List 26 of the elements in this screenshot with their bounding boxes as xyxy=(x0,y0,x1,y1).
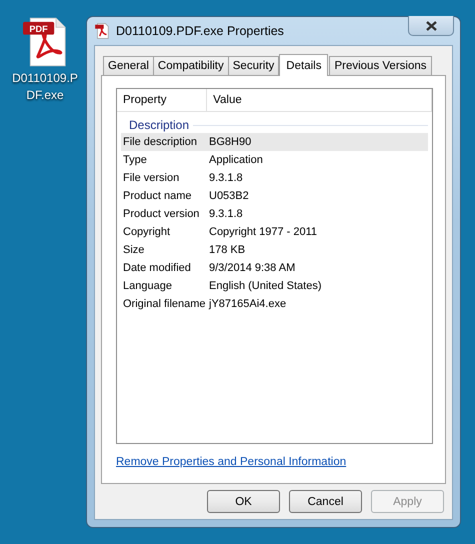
pdf-file-icon xyxy=(94,23,110,39)
close-icon xyxy=(426,20,436,30)
dialog-button[interactable]: OK xyxy=(207,490,280,513)
list-row[interactable]: Original filename jY87165Ai4.exe xyxy=(121,295,428,313)
list-row[interactable]: Copyright Copyright 1977 - 2011 xyxy=(121,223,428,241)
tab[interactable]: Compatibility xyxy=(152,56,229,75)
list-row[interactable]: Size 178 KB xyxy=(121,241,428,259)
group-header[interactable]: Description xyxy=(129,118,190,132)
list-row[interactable]: Type Application xyxy=(121,151,428,169)
remove-properties-link[interactable]: Remove Properties and Personal Information xyxy=(116,456,346,468)
desktop-icon-label[interactable]: D0110109.PDF.exe xyxy=(11,70,79,104)
dialog-button[interactable]: Cancel xyxy=(289,490,362,513)
tab[interactable]: General xyxy=(103,56,154,75)
column-header[interactable]: Property xyxy=(117,89,208,111)
list-row[interactable]: Date modified 9/3/2014 9:38 AM xyxy=(121,259,428,277)
list-row[interactable]: Language English (United States) xyxy=(121,277,428,295)
list-row[interactable]: Product version 9.3.1.8 xyxy=(121,205,428,223)
list-row[interactable]: Product name U053B2 xyxy=(121,187,428,205)
tab[interactable]: Previous Versions xyxy=(329,56,432,75)
list-row[interactable]: File description BG8H90 xyxy=(121,133,428,151)
window-title: D0110109.PDF.exe Properties xyxy=(116,24,284,38)
list-row[interactable]: File version 9.3.1.8 xyxy=(121,169,428,187)
tab[interactable]: Security xyxy=(228,56,280,75)
column-header[interactable]: Value xyxy=(207,89,432,111)
close-button[interactable] xyxy=(408,16,454,36)
tab[interactable]: Details xyxy=(279,54,328,76)
